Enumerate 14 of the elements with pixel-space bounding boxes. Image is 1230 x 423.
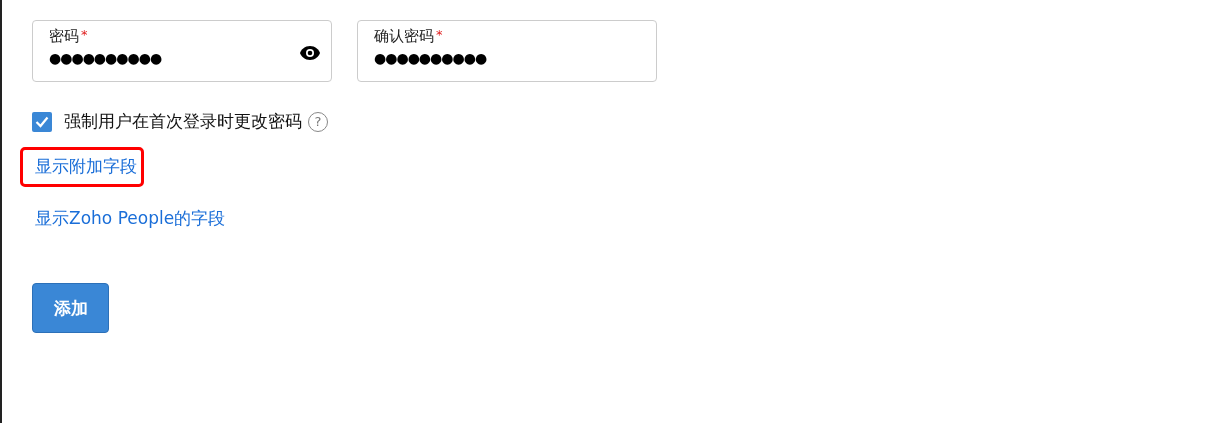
eye-icon[interactable] <box>299 45 321 61</box>
show-fields-link[interactable]: 显示附加字段 <box>20 147 144 187</box>
checkbox[interactable] <box>32 111 52 132</box>
required-mark: * <box>436 27 443 42</box>
required-mark: * <box>81 27 88 42</box>
checkbox-label: 强制用户在首次登录时更改密码 <box>64 110 302 133</box>
field-label: 密码* <box>49 27 89 46</box>
field-label: 确认密码* <box>374 27 444 46</box>
password-value: ●●●●●●●●●● <box>374 50 488 66</box>
password-field[interactable]: 确认密码* ●●●●●●●●●● <box>357 20 657 82</box>
show-fields-link[interactable]: 显示Zoho People的字段 <box>20 199 233 239</box>
add-button[interactable]: 添加 <box>32 283 109 333</box>
password-value: ●●●●●●●●●● <box>49 50 163 66</box>
password-field[interactable]: 密码* ●●●●●●●●●● <box>32 20 332 82</box>
